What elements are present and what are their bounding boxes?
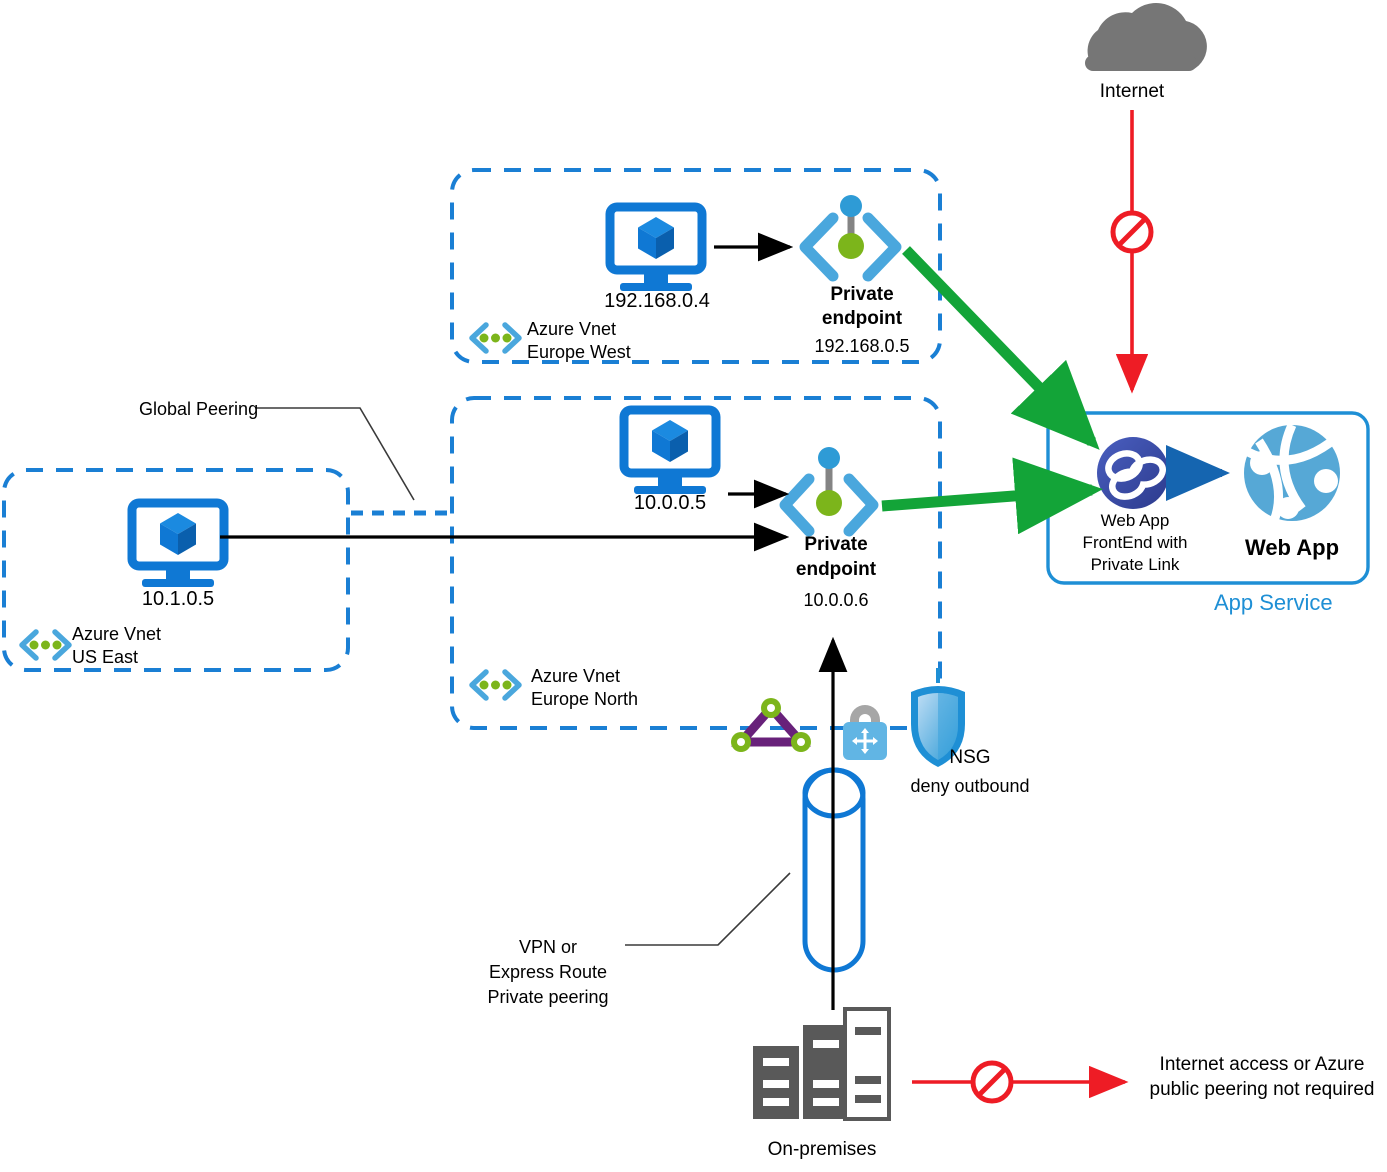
no-entry-icon-onprem [970, 1060, 1014, 1104]
vm-ip-europe-north: 10.0.0.5 [633, 492, 707, 514]
private-endpoint-title-en-line1: Private [804, 534, 868, 555]
global-peering-label: Global Peering [139, 399, 259, 419]
vnet-label-us-east-line2: US East [72, 647, 139, 667]
vnet-icon-europe-north [469, 669, 522, 701]
webapp-frontend-label-line3: Private Link [1090, 555, 1180, 574]
green-arrow-ew-to-frontend [902, 246, 1100, 450]
global-peering-link [256, 407, 452, 516]
onprem-note-line2: public peering not required [1149, 1079, 1375, 1100]
vnet-label-europe-west-line2: Europe West [527, 342, 631, 362]
private-endpoint-ip-en: 10.0.0.6 [803, 590, 869, 610]
vnet-label-europe-north-line1: Azure Vnet [531, 666, 621, 686]
vm-ip-europe-west: 192.168.0.4 [604, 290, 710, 312]
web-app-globe-icon [1244, 423, 1340, 525]
vnet-label-europe-north-line2: Europe North [531, 689, 639, 709]
private-endpoint-title-ew-line2: endpoint [821, 308, 903, 329]
vpn-label-line3: Private peering [487, 987, 609, 1007]
vpn-label-line2: Express Route [488, 962, 608, 982]
green-arrow-en-to-frontend [881, 457, 1103, 535]
cloud-icon [1085, 3, 1207, 71]
route-table-icon [731, 698, 811, 752]
webapp-frontend-label-line1: Web App [1100, 511, 1170, 530]
private-link-icon [1097, 437, 1169, 509]
nsg-sublabel: deny outbound [910, 776, 1030, 796]
vpn-label-line1: VPN or [518, 937, 578, 957]
private-endpoint-title-ew-line1: Private [830, 284, 894, 305]
internet-label: Internet [1099, 81, 1165, 102]
lock-arrows-icon [843, 705, 887, 760]
private-endpoint-icon-europe-west [799, 195, 902, 282]
on-premises-servers-icon [753, 1007, 891, 1121]
virtual-machine-icon-europe-west [605, 202, 707, 291]
virtual-machine-icon-us-east [127, 498, 229, 587]
no-entry-icon-internet [1110, 210, 1154, 254]
vnet-label-europe-west-line1: Azure Vnet [527, 319, 617, 339]
onprem-note-line1: Internet access or Azure [1159, 1054, 1365, 1075]
onprem-blocked-arrow [912, 1060, 1129, 1104]
private-endpoint-ip-ew: 192.168.0.5 [814, 336, 910, 356]
private-endpoint-icon-europe-north [779, 447, 879, 537]
vnet-label-us-east-line1: Azure Vnet [72, 624, 162, 644]
nsg-label: NSG [949, 747, 991, 768]
virtual-machine-icon-europe-north [619, 405, 721, 494]
webapp-label: Web App [1244, 535, 1340, 560]
vpn-leader-line [625, 872, 791, 946]
on-premises-label: On-premises [767, 1139, 877, 1160]
internet-blocked-arrow [1110, 110, 1154, 394]
vnet-icon-us-east [19, 629, 72, 661]
webapp-frontend-label-line2: FrontEnd with [1082, 533, 1188, 552]
diagram-canvas: Internet 192.168.0.4 Private endpoint 19… [0, 0, 1387, 1172]
private-endpoint-title-en-line2: endpoint [795, 559, 877, 580]
diagram-graphics [2, 3, 1370, 1121]
green-arrows [881, 246, 1103, 535]
vnet-icon-europe-west [469, 322, 522, 354]
app-service-label: App Service [1214, 590, 1333, 615]
vm-ip-us-east: 10.1.0.5 [141, 588, 215, 610]
